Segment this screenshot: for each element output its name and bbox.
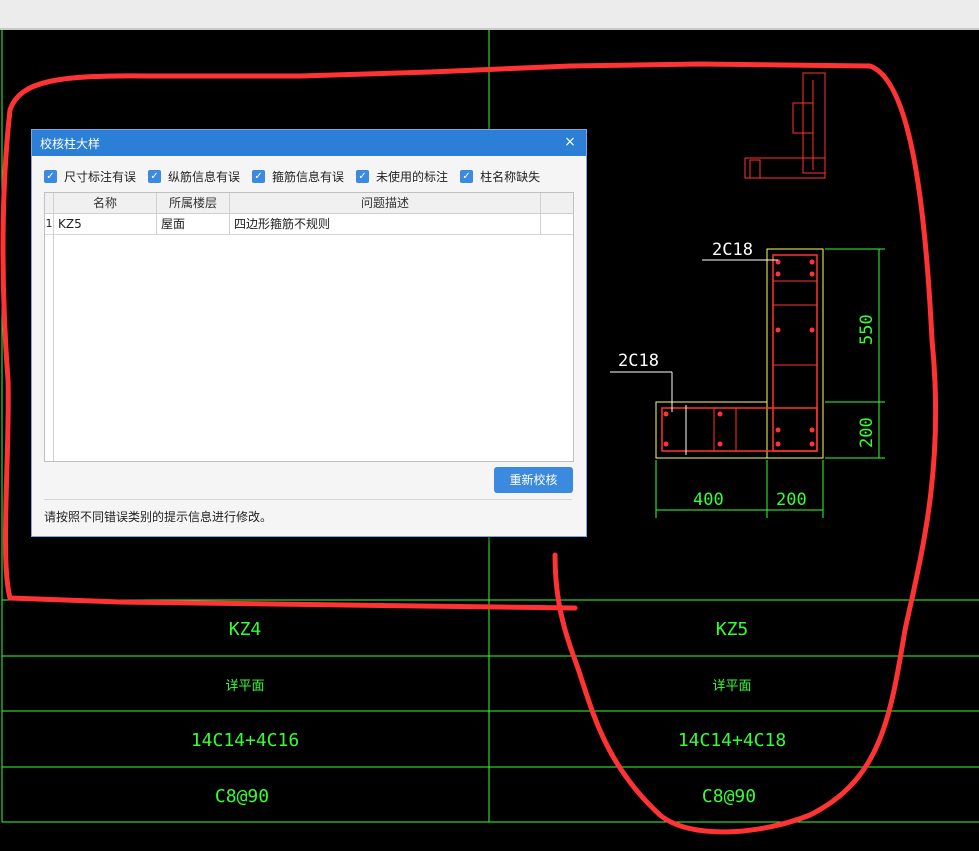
kz5-section: 详平面	[712, 679, 751, 694]
check-dimension-error[interactable]: ✓ 尺寸标注有误	[44, 168, 136, 185]
dimension-lines	[655, 248, 885, 518]
kz4-name: KZ4	[229, 619, 262, 640]
checkbox-checked-icon[interactable]: ✓	[148, 169, 162, 183]
check-label: 箍筋信息有误	[272, 169, 345, 184]
cell-floor[interactable]: 屋面	[157, 214, 230, 234]
table-header: 名称 所属楼层 问题描述	[45, 193, 573, 214]
hint-text: 请按照不同错误类别的提示信息进行修改。	[44, 510, 273, 524]
recheck-button[interactable]: 重新校核	[494, 467, 573, 493]
row-header-divider	[53, 213, 54, 461]
close-icon[interactable]: ×	[562, 134, 578, 150]
dim-550: 550	[857, 314, 877, 345]
kz5-longitudinal: 14C14+4C18	[678, 730, 786, 751]
cell-name[interactable]: KZ5	[54, 214, 157, 234]
dialog-title: 校核柱大样	[40, 136, 101, 151]
checkbox-checked-icon[interactable]: ✓	[44, 169, 57, 183]
check-stirrup-error[interactable]: ✓ 箍筋信息有误	[252, 168, 344, 185]
kz4-section: 详平面	[225, 679, 264, 694]
leader-lines	[610, 259, 778, 412]
table-row[interactable]: 1 KZ5 屋面 四边形箍筋不规则	[45, 214, 573, 235]
check-label: 尺寸标注有误	[64, 169, 137, 184]
col-header-name[interactable]: 名称	[54, 193, 157, 213]
kz5-name: KZ5	[716, 619, 749, 640]
dim-200-horizontal: 200	[776, 490, 807, 510]
rebar-left-label: 2C18	[618, 351, 659, 371]
check-longitudinal-error[interactable]: ✓ 纵筋信息有误	[148, 168, 240, 185]
checkbox-checked-icon[interactable]: ✓	[460, 169, 474, 183]
app-top-bar	[0, 0, 979, 30]
divider	[44, 499, 572, 500]
checkbox-checked-icon[interactable]: ✓	[252, 169, 266, 183]
check-label: 未使用的标注	[376, 169, 449, 184]
cell-problem[interactable]: 四边形箍筋不规则	[230, 214, 541, 234]
check-unused-annotation[interactable]: ✓ 未使用的标注	[356, 168, 448, 185]
rebar-top-label: 2C18	[712, 240, 753, 260]
kz5-stirrup: C8@90	[702, 786, 756, 807]
column-section-kz5	[655, 248, 824, 459]
col-header-floor[interactable]: 所属楼层	[157, 193, 230, 213]
check-column-dialog[interactable]: 校核柱大样 × ✓ 尺寸标注有误 ✓ 纵筋信息有误 ✓ 箍筋信息有误 ✓ 未使用的标注 …	[31, 129, 587, 537]
column-detail-small	[744, 72, 826, 179]
dim-400: 400	[693, 490, 724, 510]
checkbox-checked-icon[interactable]: ✓	[356, 169, 370, 183]
kz4-stirrup: C8@90	[215, 786, 269, 807]
dialog-title-bar[interactable]: 校核柱大样 ×	[32, 130, 586, 156]
check-missing-name[interactable]: ✓ 柱名称缺失	[460, 168, 540, 185]
dim-200-vertical: 200	[857, 417, 877, 448]
error-type-filters: ✓ 尺寸标注有误 ✓ 纵筋信息有误 ✓ 箍筋信息有误 ✓ 未使用的标注 ✓ 柱名称缺失	[32, 156, 586, 186]
check-label: 纵筋信息有误	[168, 169, 241, 184]
col-header-problem[interactable]: 问题描述	[230, 193, 541, 213]
check-label: 柱名称缺失	[480, 169, 541, 184]
results-table[interactable]: 名称 所属楼层 问题描述 1 KZ5 屋面 四边形箍筋不规则	[44, 192, 574, 462]
kz4-longitudinal: 14C14+4C16	[191, 730, 299, 751]
